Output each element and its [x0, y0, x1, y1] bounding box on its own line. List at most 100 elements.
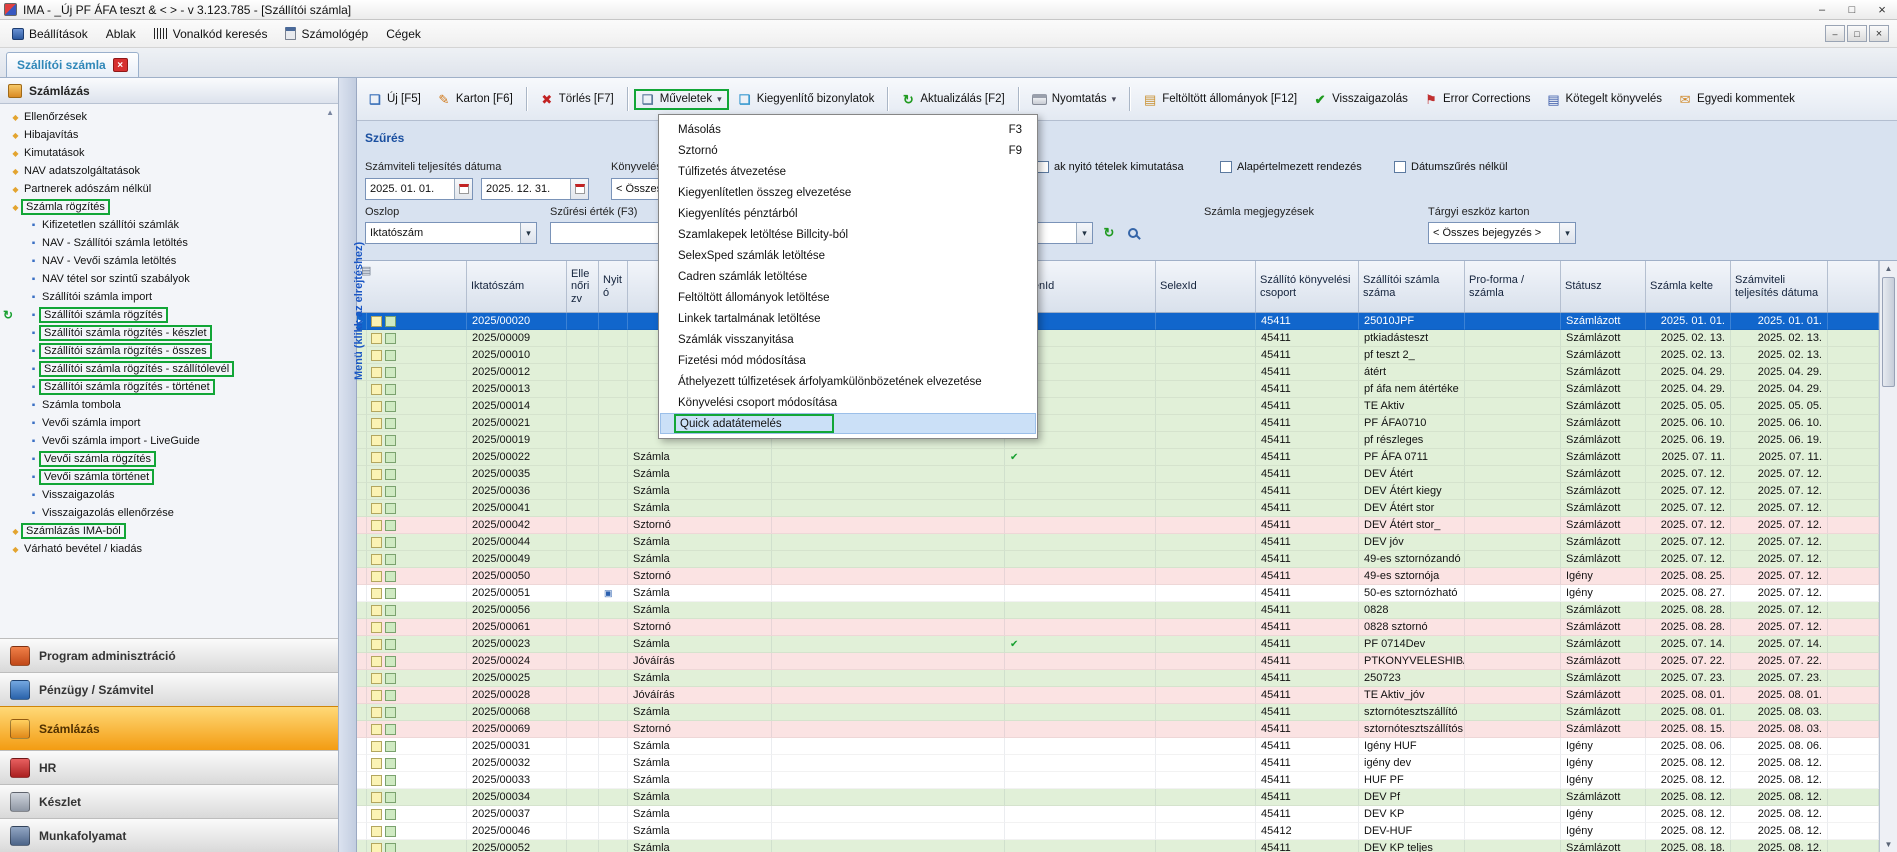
checkbox-yellow[interactable] — [371, 435, 382, 446]
sidebar-item-10[interactable]: NAV tétel sor szintű szabályok — [0, 270, 338, 288]
sidebar-item-24[interactable]: Számlázás IMA-ból — [0, 522, 338, 540]
aktualizalas-button[interactable]: Aktualizálás [F2] — [894, 89, 1011, 110]
checkbox-green[interactable] — [385, 741, 396, 752]
column-header-fill[interactable] — [1828, 261, 1879, 312]
scroll-up-icon[interactable] — [1880, 264, 1897, 273]
column-header-rowsel[interactable] — [357, 261, 467, 312]
table-row-23[interactable]: 2025/00028Jóváírás45411TE Aktiv_jóvSzáml… — [357, 687, 1879, 704]
checkbox-yellow[interactable] — [371, 673, 382, 684]
sidebar-section-3[interactable]: Számlázás — [0, 706, 338, 750]
egyedi-kommentek-button[interactable]: Egyedi kommentek — [1671, 89, 1802, 110]
menu-item-1[interactable]: MásolásF3 — [660, 119, 1036, 140]
menubar-item-1[interactable]: Beállítások — [4, 23, 96, 45]
checkbox-yellow[interactable] — [371, 622, 382, 633]
sidebar-item-19[interactable]: Vevői számla import - LiveGuide — [0, 432, 338, 450]
checkbox-green[interactable] — [385, 707, 396, 718]
table-row-11[interactable]: 2025/00036Számla45411DEV Átért kiegySzám… — [357, 483, 1879, 500]
table-row-4[interactable]: 2025/0001245411átértSzámlázott2025. 04. … — [357, 364, 1879, 381]
menubar-item-3[interactable]: Vonalkód keresés — [146, 23, 276, 45]
tab-close-icon[interactable] — [113, 58, 128, 72]
table-row-28[interactable]: 2025/00033Számla45411HUF PFIgény2025. 08… — [357, 772, 1879, 789]
checkbox-yellow[interactable] — [371, 350, 382, 361]
menu-collapse-strip[interactable]: Menü (klikk az elrejtéshez) — [339, 78, 357, 852]
checkbox-yellow[interactable] — [371, 792, 382, 803]
column-header-iktatoszam[interactable]: Iktatószám — [467, 261, 567, 312]
checkbox-yellow[interactable] — [371, 758, 382, 769]
checkbox-yellow[interactable] — [371, 486, 382, 497]
menubar-item-4[interactable]: Számológép — [277, 23, 376, 45]
menu-item-2[interactable]: SztornóF9 — [660, 140, 1036, 161]
checkbox-yellow[interactable] — [371, 656, 382, 667]
sidebar-item-11[interactable]: Szállítói számla import — [0, 288, 338, 306]
checkbox-yellow[interactable] — [371, 775, 382, 786]
table-row-1[interactable]: 2025/000204541125010JPFSzámlázott2025. 0… — [357, 313, 1879, 330]
sidebar-section-4[interactable]: HR — [0, 750, 338, 784]
sidebar-section-5[interactable]: Készlet — [0, 784, 338, 818]
checkbox-green[interactable] — [385, 588, 396, 599]
checkbox-green[interactable] — [385, 826, 396, 837]
checkbox-yellow[interactable] — [371, 384, 382, 395]
column-header-kelte[interactable]: Számla kelte — [1646, 261, 1731, 312]
search-button[interactable] — [1123, 223, 1143, 243]
checkbox-green[interactable] — [385, 775, 396, 786]
table-row-18[interactable]: 2025/00056Számla454110828Számlázott2025.… — [357, 602, 1879, 619]
checkbox-green[interactable] — [385, 316, 396, 327]
sidebar-item-3[interactable]: Kimutatások — [0, 144, 338, 162]
menubar-item-2[interactable]: Ablak — [98, 23, 144, 45]
checkbox-yellow[interactable] — [371, 316, 382, 327]
checkbox-yellow[interactable] — [371, 843, 382, 852]
menu-item-15[interactable]: Quick adatátemelés — [660, 413, 1036, 434]
table-row-16[interactable]: 2025/00050Sztornó4541149-es sztornójaIgé… — [357, 568, 1879, 585]
table-row-29[interactable]: 2025/00034Számla45411DEV PfSzámlázott202… — [357, 789, 1879, 806]
column-header-telj[interactable]: Számviteli teljesítés dátuma — [1731, 261, 1828, 312]
mdi-restore-icon[interactable] — [1847, 25, 1867, 42]
sidebar-item-20[interactable]: Vevői számla rögzítés — [0, 450, 338, 468]
column-header-ellenorizv[interactable]: Ellenőrizv — [567, 261, 599, 312]
date-to-input[interactable]: 2025. 12. 31. — [481, 178, 589, 200]
checkbox-green[interactable] — [385, 622, 396, 633]
sidebar-item-17[interactable]: Számla tombola — [0, 396, 338, 414]
sidebar-item-4[interactable]: NAV adatszolgáltatások — [0, 162, 338, 180]
menu-item-7[interactable]: SelexSped számlák letöltése — [660, 245, 1036, 266]
menu-item-9[interactable]: Feltöltött állományok letöltése — [660, 287, 1036, 308]
table-row-12[interactable]: 2025/00041Számla45411DEV Átért storSzáml… — [357, 500, 1879, 517]
mdi-minimize-icon[interactable] — [1825, 25, 1845, 42]
checkbox-yellow[interactable] — [371, 639, 382, 650]
table-row-17[interactable]: 2025/00051Számla4541150-es sztornózhatóI… — [357, 585, 1879, 602]
checkbox-green[interactable] — [385, 673, 396, 684]
maximize-icon[interactable] — [1837, 0, 1867, 19]
delete-button[interactable]: Törlés [F7] — [533, 89, 621, 110]
checkbox-green[interactable] — [385, 401, 396, 412]
column-header-szamlaszam[interactable]: Szállítói számla száma — [1359, 261, 1465, 312]
error-corrections-button[interactable]: Error Corrections — [1417, 89, 1538, 110]
menu-item-10[interactable]: Linkek tartalmának letöltése — [660, 308, 1036, 329]
kiegyenlito-bizonylatok-button[interactable]: Kiegyenlítő bizonylatok — [731, 89, 882, 110]
checkbox-yellow[interactable] — [371, 741, 382, 752]
nyomtatas-button[interactable]: Nyomtatás — [1025, 89, 1124, 109]
table-row-15[interactable]: 2025/00049Számla4541149-es sztornózandóS… — [357, 551, 1879, 568]
checkbox-green[interactable] — [385, 656, 396, 667]
checkbox-yellow[interactable] — [371, 537, 382, 548]
sidebar-item-23[interactable]: Visszaigazolás ellenőrzése — [0, 504, 338, 522]
menu-item-11[interactable]: Számlák visszanyitása — [660, 329, 1036, 350]
checkbox-green[interactable] — [385, 571, 396, 582]
checkbox-yellow[interactable] — [371, 605, 382, 616]
menu-item-4[interactable]: Kiegyenlítetlen összeg elvezetése — [660, 182, 1036, 203]
checkbox-green[interactable] — [385, 435, 396, 446]
nyito-tetelek-checkbox[interactable]: ak nyitó tételek kimutatása — [1037, 161, 1184, 173]
alapertelmezett-rendezes-checkbox[interactable]: Alapértelmezett rendezés — [1220, 161, 1362, 173]
karton-button[interactable]: Karton [F6] — [430, 89, 520, 110]
table-row-8[interactable]: 2025/0001945411pf részlegesSzámlázott202… — [357, 432, 1879, 449]
table-row-20[interactable]: 2025/00023Számla45411PF 0714DevSzámlázot… — [357, 636, 1879, 653]
checkbox-yellow[interactable] — [371, 826, 382, 837]
checkbox-yellow[interactable] — [371, 571, 382, 582]
checkbox-yellow[interactable] — [371, 401, 382, 412]
sidebar-section-2[interactable]: Pénzügy / Számvitel — [0, 672, 338, 706]
menu-item-14[interactable]: Könyvelési csoport módosítása — [660, 392, 1036, 413]
muveletek-button[interactable]: Műveletek — [634, 89, 729, 110]
checkbox-green[interactable] — [385, 503, 396, 514]
table-row-27[interactable]: 2025/00032Számla45411igény devIgény2025.… — [357, 755, 1879, 772]
checkbox-yellow[interactable] — [371, 690, 382, 701]
tab-szallitoi-szamla[interactable]: Szállítói számla — [6, 52, 139, 77]
menubar-item-5[interactable]: Cégek — [378, 23, 429, 45]
